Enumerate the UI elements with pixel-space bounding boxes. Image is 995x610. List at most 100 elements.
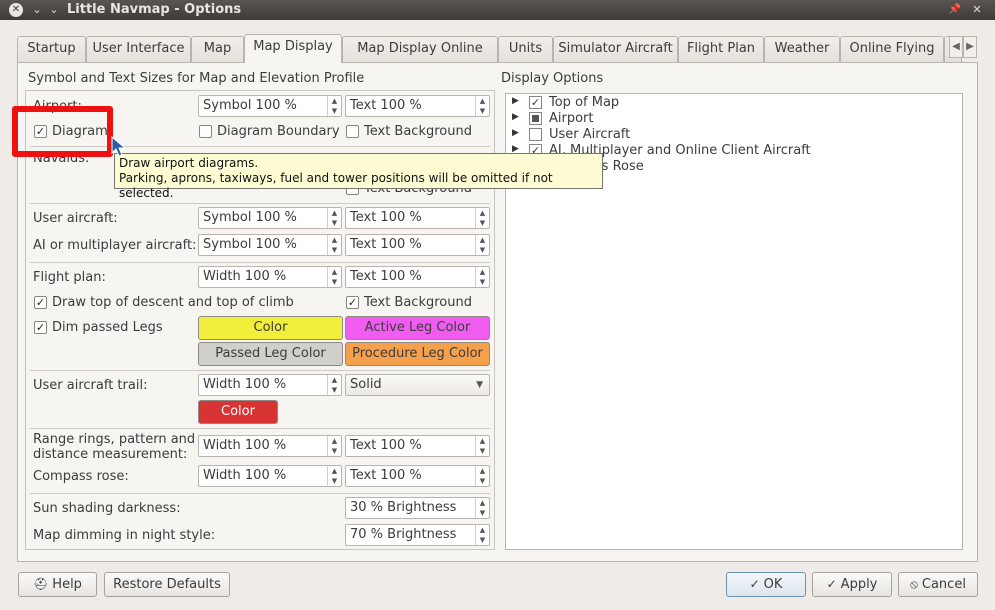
flight-plan-text-background-checkbox[interactable]: ✓ — [346, 296, 359, 309]
map-dimming-value: 70 % Brightness — [350, 527, 457, 542]
tab-flight-plan[interactable]: Flight Plan — [678, 36, 764, 62]
tab-map-display-online[interactable]: Map Display Online — [342, 36, 498, 62]
spin-arrows-icon[interactable]: ▲ ▼ — [475, 498, 489, 518]
map-dimming-label: Map dimming in night style: — [33, 528, 216, 543]
help-button[interactable]: ⛑ Help — [18, 572, 97, 597]
spin-arrows-icon[interactable]: ▲ ▼ — [475, 525, 489, 545]
spin-arrows-icon[interactable]: ▲ ▼ — [475, 466, 489, 486]
trail-color-button[interactable]: Color — [198, 400, 278, 424]
airport-symbol-spinbox[interactable]: Symbol 100 % ▲ ▼ — [198, 95, 342, 117]
dim-passed-legs-label: Dim passed Legs — [52, 320, 163, 335]
title-bar: ✕ ⌄ ⌄ Little Navmap - Options 📌 ✕ — [0, 0, 995, 20]
restore-defaults-button[interactable]: Restore Defaults — [104, 572, 230, 597]
close-icon[interactable]: ✕ — [970, 3, 984, 17]
tree-item-user-aircraft[interactable]: ▶ User Aircraft — [506, 127, 962, 143]
tree-item-airport[interactable]: ▶ Airport — [506, 111, 962, 127]
user-aircraft-symbol-spinbox[interactable]: Symbol 100 % ▲ ▼ — [198, 207, 342, 229]
window-menu-icon-2[interactable]: ⌄ — [47, 3, 61, 17]
user-aircraft-text-spinbox[interactable]: Text 100 % ▲ ▼ — [345, 207, 490, 229]
airport-text-spinbox[interactable]: Text 100 % ▲ ▼ — [345, 95, 490, 117]
display-options-title: Display Options — [501, 71, 604, 86]
spin-arrows-icon[interactable]: ▲ ▼ — [475, 208, 489, 228]
ai-aircraft-text-spinbox[interactable]: Text 100 % ▲ ▼ — [345, 234, 490, 256]
compass-text-spinbox[interactable]: Text 100 % ▲ ▼ — [345, 465, 490, 487]
diagram-checkbox[interactable]: ✓ — [34, 125, 47, 138]
top-of-descent-label: Draw top of descent and top of climb — [52, 295, 294, 310]
spin-arrows-icon[interactable]: ▲ ▼ — [475, 235, 489, 255]
spin-arrows-icon[interactable]: ▲ ▼ — [475, 267, 489, 287]
spin-arrows-icon[interactable]: ▲ ▼ — [327, 375, 341, 395]
ok-button-label: OK — [763, 577, 783, 592]
range-text-value: Text 100 % — [350, 438, 422, 453]
diagram-boundary-checkbox[interactable] — [199, 125, 212, 138]
active-leg-color-button[interactable]: Active Leg Color — [345, 316, 490, 340]
help-button-label: Help — [52, 577, 82, 592]
separator — [30, 262, 490, 263]
tooltip-line-1: Draw airport diagrams. — [119, 156, 259, 170]
range-width-value: Width 100 % — [203, 438, 287, 453]
range-rings-label: Range rings, pattern and distance measure… — [33, 432, 195, 462]
cancel-button[interactable]: ⦸ Cancel — [898, 572, 978, 597]
ok-button[interactable]: ✓ OK — [726, 572, 806, 597]
expand-arrow-icon[interactable]: ▶ — [512, 112, 519, 122]
compass-rose-label: Compass rose: — [33, 469, 129, 484]
tree-item-label: Top of Map — [549, 95, 620, 110]
tab-user-interface[interactable]: User Interface — [86, 36, 191, 62]
ai-aircraft-label: AI or multiplayer aircraft: — [33, 238, 197, 253]
trail-style-combobox[interactable]: Solid ▼ — [345, 374, 490, 396]
flight-plan-color-button[interactable]: Color — [198, 316, 343, 340]
spin-arrows-icon[interactable]: ▲ ▼ — [327, 235, 341, 255]
procedure-leg-color-button[interactable]: Procedure Leg Color — [345, 342, 490, 366]
tab-scroll-left-icon[interactable]: ◀ — [949, 36, 963, 58]
flight-plan-text-spinbox[interactable]: Text 100 % ▲ ▼ — [345, 266, 490, 288]
spin-arrows-icon[interactable]: ▲ ▼ — [327, 208, 341, 228]
diagram-label: Diagram — [52, 124, 108, 139]
range-width-spinbox[interactable]: Width 100 % ▲ ▼ — [198, 435, 342, 457]
tab-map-display[interactable]: Map Display — [244, 34, 342, 63]
apply-check-icon: ✓ — [826, 577, 837, 591]
airport-label: Airport: — [33, 99, 82, 114]
map-dimming-spinbox[interactable]: 70 % Brightness ▲ ▼ — [345, 524, 490, 546]
window-menu-icon[interactable]: ⌄ — [30, 3, 44, 17]
dim-passed-legs-checkbox[interactable]: ✓ — [34, 321, 47, 334]
window-title: Little Navmap - Options — [67, 2, 242, 17]
tab-units[interactable]: Units — [498, 36, 553, 62]
chevron-down-icon: ▼ — [476, 380, 483, 390]
ok-check-icon: ✓ — [749, 577, 760, 591]
tab-online-flying[interactable]: Online Flying — [840, 36, 944, 62]
cancel-icon: ⦸ — [910, 577, 918, 591]
spin-arrows-icon[interactable]: ▲ ▼ — [327, 267, 341, 287]
sun-shading-spinbox[interactable]: 30 % Brightness ▲ ▼ — [345, 497, 490, 519]
spin-arrows-icon[interactable]: ▲ ▼ — [327, 466, 341, 486]
expand-arrow-icon[interactable]: ▶ — [512, 96, 519, 106]
separator — [30, 370, 490, 371]
apply-button[interactable]: ✓ Apply — [812, 572, 892, 597]
spin-arrows-icon[interactable]: ▲ ▼ — [475, 96, 489, 116]
flight-plan-width-spinbox[interactable]: Width 100 % ▲ ▼ — [198, 266, 342, 288]
range-text-spinbox[interactable]: Text 100 % ▲ ▼ — [345, 435, 490, 457]
help-icon: ⛑ — [33, 577, 49, 591]
expand-arrow-icon[interactable]: ▶ — [512, 128, 519, 138]
ai-aircraft-symbol-value: Symbol 100 % — [203, 237, 297, 252]
trail-width-spinbox[interactable]: Width 100 % ▲ ▼ — [198, 374, 342, 396]
close-window-icon[interactable]: ✕ — [9, 3, 23, 17]
tab-weather[interactable]: Weather — [764, 36, 840, 62]
spin-arrows-icon[interactable]: ▲ ▼ — [475, 436, 489, 456]
tab-map[interactable]: Map — [191, 36, 244, 62]
tab-simulator-aircraft[interactable]: Simulator Aircraft — [553, 36, 678, 62]
user-aircraft-checkbox[interactable] — [529, 128, 542, 141]
compass-width-spinbox[interactable]: Width 100 % ▲ ▼ — [198, 465, 342, 487]
passed-leg-color-button[interactable]: Passed Leg Color — [198, 342, 343, 366]
airport-partial-checkbox[interactable] — [529, 112, 542, 125]
top-of-descent-checkbox[interactable]: ✓ — [34, 296, 47, 309]
spin-arrows-icon[interactable]: ▲ ▼ — [327, 436, 341, 456]
separator — [30, 428, 490, 429]
tab-startup[interactable]: Startup — [17, 36, 86, 62]
pin-icon[interactable]: 📌 — [948, 3, 962, 17]
tree-item-top-of-map[interactable]: ▶ ✓ Top of Map — [506, 95, 962, 111]
airport-text-background-checkbox[interactable] — [346, 125, 359, 138]
top-of-map-checkbox[interactable]: ✓ — [529, 96, 542, 109]
ai-aircraft-symbol-spinbox[interactable]: Symbol 100 % ▲ ▼ — [198, 234, 342, 256]
tab-scroll-right-icon[interactable]: ▶ — [963, 36, 977, 58]
spin-arrows-icon[interactable]: ▲ ▼ — [327, 96, 341, 116]
